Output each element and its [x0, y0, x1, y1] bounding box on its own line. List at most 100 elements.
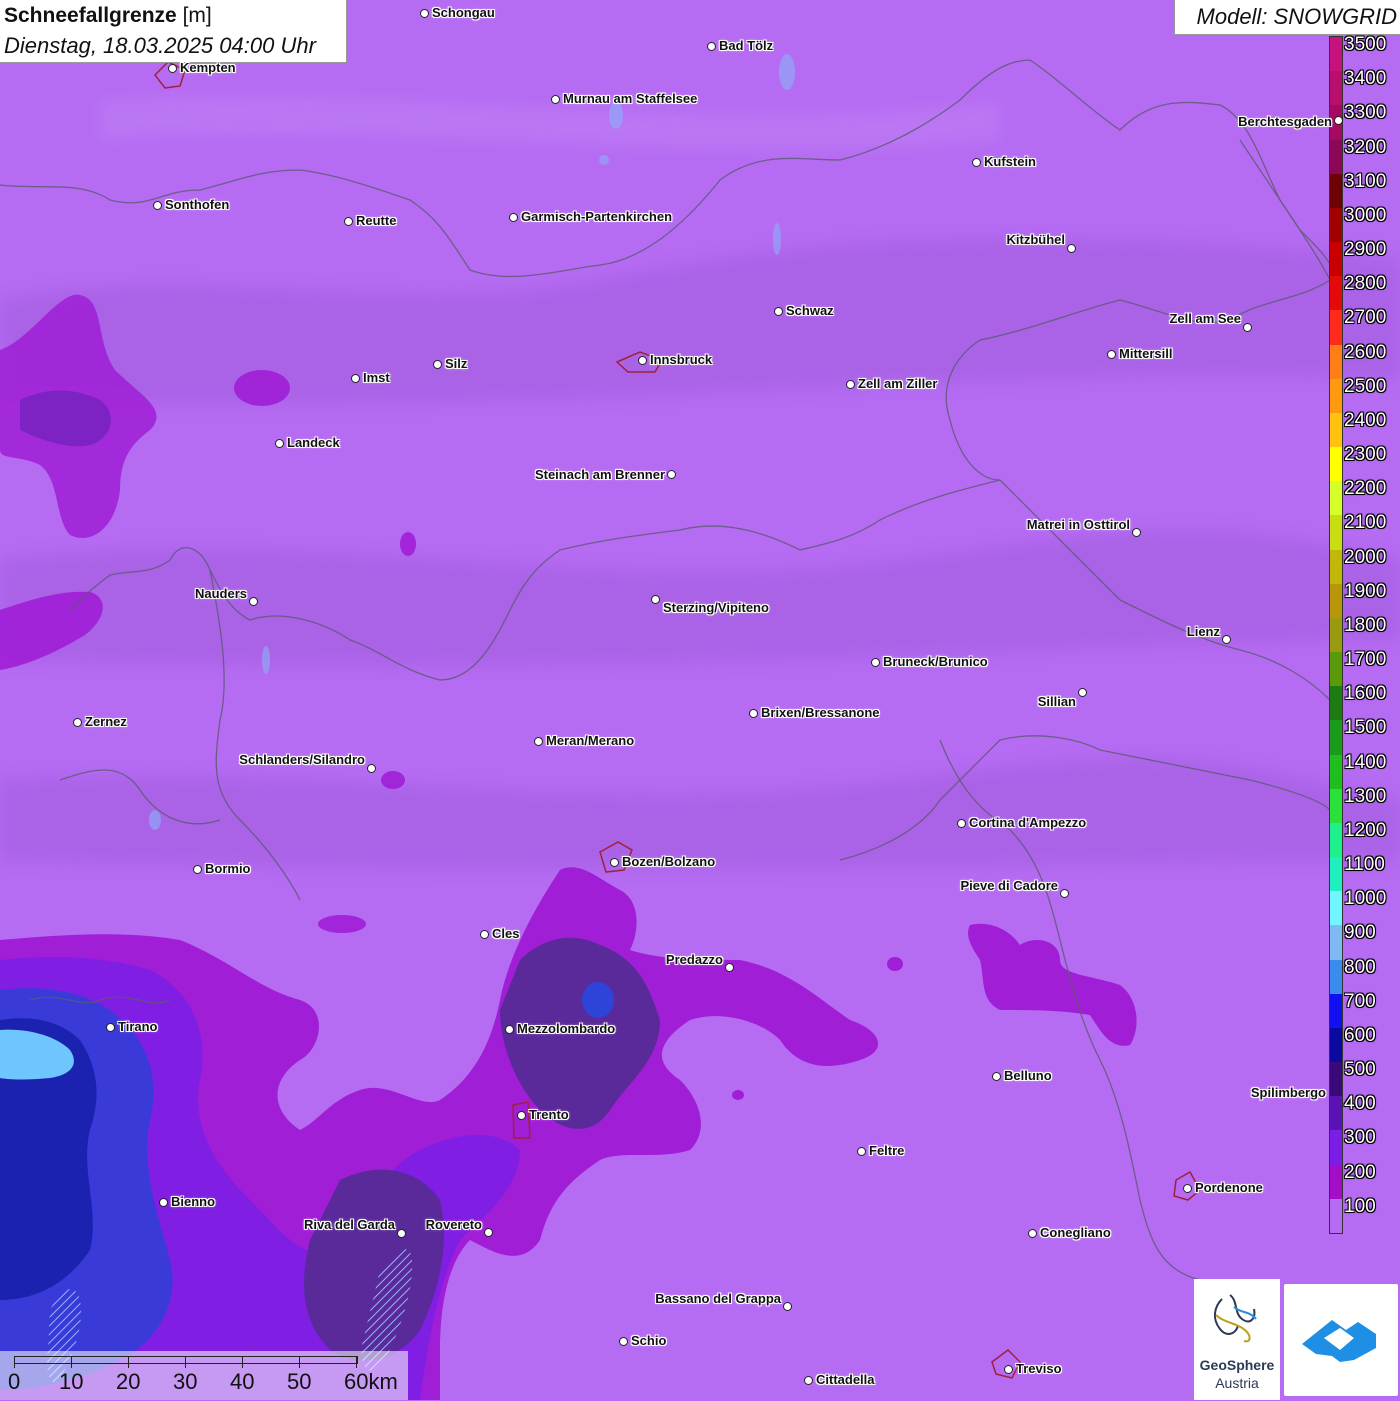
- city-dot: [192, 864, 202, 874]
- city-dot: [870, 657, 880, 667]
- legend-swatch: [1330, 754, 1342, 790]
- city-label: Pordenone: [1195, 1180, 1263, 1195]
- legend-label: 3000: [1344, 204, 1387, 226]
- geosphere-logo[interactable]: GeoSphere Austria: [1194, 1279, 1280, 1400]
- city-dot: [1221, 634, 1231, 644]
- legend-label: 2500: [1344, 375, 1387, 397]
- legend-swatch: [1330, 959, 1342, 995]
- city-label: Tirano: [118, 1019, 158, 1034]
- city-dot: [479, 929, 489, 939]
- city-dot: [158, 1197, 168, 1207]
- legend-label: 2000: [1344, 546, 1387, 568]
- city-label: Cittadella: [816, 1372, 875, 1387]
- city-dot: [1077, 687, 1087, 697]
- map-title: Schneefallgrenze [m]: [4, 4, 212, 28]
- city-label: Bassano del Grappa: [655, 1291, 781, 1306]
- city-dot: [1059, 888, 1069, 898]
- city-dot: [1182, 1183, 1192, 1193]
- legend-swatch: [1330, 71, 1342, 106]
- legend-label: 2300: [1344, 444, 1387, 466]
- city-dot: [706, 41, 716, 51]
- color-legend: [1329, 36, 1343, 1234]
- legend-swatch: [1330, 447, 1342, 482]
- city-label: Berchtesgaden: [1238, 114, 1332, 129]
- title-unit: [m]: [182, 4, 212, 27]
- legend-swatch: [1330, 891, 1342, 926]
- scale-tick: [128, 1356, 129, 1368]
- city-dot: [1027, 1228, 1037, 1238]
- city-label: Brixen/Bressanone: [761, 705, 880, 720]
- city-dot: [845, 379, 855, 389]
- legend-swatch: [1330, 1062, 1342, 1097]
- city-dot: [748, 708, 758, 718]
- city-label: Sillian: [1037, 694, 1076, 709]
- legend-label: 2100: [1344, 512, 1387, 534]
- city-label: Steinach am Brenner: [534, 467, 665, 482]
- city-dot: [504, 1024, 514, 1034]
- city-label: Feltre: [869, 1143, 905, 1158]
- city-dot: [1242, 322, 1252, 332]
- city-label: Mittersill: [1119, 346, 1173, 361]
- city-label: Mezzolombardo: [517, 1021, 616, 1036]
- city-dot: [637, 355, 647, 365]
- city-dot: [366, 763, 376, 773]
- legend-swatch: [1330, 481, 1342, 516]
- snowgrid-logo[interactable]: [1284, 1284, 1398, 1396]
- city-dot: [956, 818, 966, 828]
- legend-swatch: [1330, 583, 1342, 619]
- city-dot: [609, 857, 619, 867]
- city-dot: [396, 1228, 406, 1238]
- legend-label: 900: [1344, 922, 1376, 944]
- legend-label: 3200: [1344, 136, 1387, 158]
- scale-label: 40: [230, 1369, 255, 1394]
- map-datetime: Dienstag, 18.03.2025 04:00 Uhr: [4, 33, 316, 58]
- city-label: Bruneck/Brunico: [883, 654, 988, 669]
- city-label: Treviso: [1016, 1361, 1062, 1376]
- city-label: Kempten: [180, 60, 236, 75]
- scale-label: 10: [59, 1369, 84, 1394]
- legend-swatch: [1330, 652, 1342, 687]
- legend-label: 3500: [1344, 34, 1387, 55]
- legend-label: 400: [1344, 1093, 1376, 1115]
- city-label: Conegliano: [1040, 1225, 1111, 1240]
- city-label: Schio: [631, 1333, 667, 1348]
- city-dot: [724, 962, 734, 972]
- city-label: Schongau: [432, 5, 495, 20]
- city-dot: [483, 1227, 493, 1237]
- legend-label: 1900: [1344, 580, 1387, 602]
- city-dot: [618, 1336, 628, 1346]
- city-label: Riva del Garda: [303, 1217, 395, 1232]
- city-label: Matrei in Osttirol: [1026, 517, 1130, 532]
- legend-swatch: [1330, 857, 1342, 892]
- legend-label: 1800: [1344, 614, 1387, 636]
- geosphere-name: GeoSphere: [1199, 1357, 1275, 1373]
- city-dot: [72, 717, 82, 727]
- legend-label: 2200: [1344, 478, 1387, 500]
- scale-bar: [14, 1356, 358, 1364]
- legend-swatch: [1330, 1130, 1342, 1166]
- legend-swatch: [1330, 822, 1342, 858]
- legend-label: 500: [1344, 1059, 1376, 1081]
- legend-label: 2600: [1344, 341, 1387, 363]
- title-text: Schneefallgrenze: [4, 4, 177, 27]
- city-label: Rovereto: [425, 1217, 482, 1232]
- city-dot: [105, 1022, 115, 1032]
- city-dot: [773, 306, 783, 316]
- legend-swatch: [1330, 242, 1342, 277]
- city-label: Zernez: [85, 714, 127, 729]
- city-dot: [248, 596, 258, 606]
- legend-swatch: [1330, 37, 1342, 72]
- legend-swatch: [1330, 378, 1342, 414]
- city-label: Imst: [363, 370, 390, 385]
- scale-tick: [299, 1356, 300, 1368]
- legend-label: 1300: [1344, 785, 1387, 807]
- city-dot: [274, 438, 284, 448]
- model-label: Modell: SNOWGRID: [1196, 4, 1397, 29]
- legend-swatch: [1330, 1096, 1342, 1131]
- legend-swatch: [1330, 1164, 1342, 1200]
- scale-label: 30: [173, 1369, 198, 1394]
- legend-label: 1400: [1344, 751, 1387, 773]
- city-label: Reutte: [356, 213, 397, 228]
- legend-label: 300: [1344, 1127, 1376, 1149]
- legend-label: 100: [1344, 1195, 1376, 1217]
